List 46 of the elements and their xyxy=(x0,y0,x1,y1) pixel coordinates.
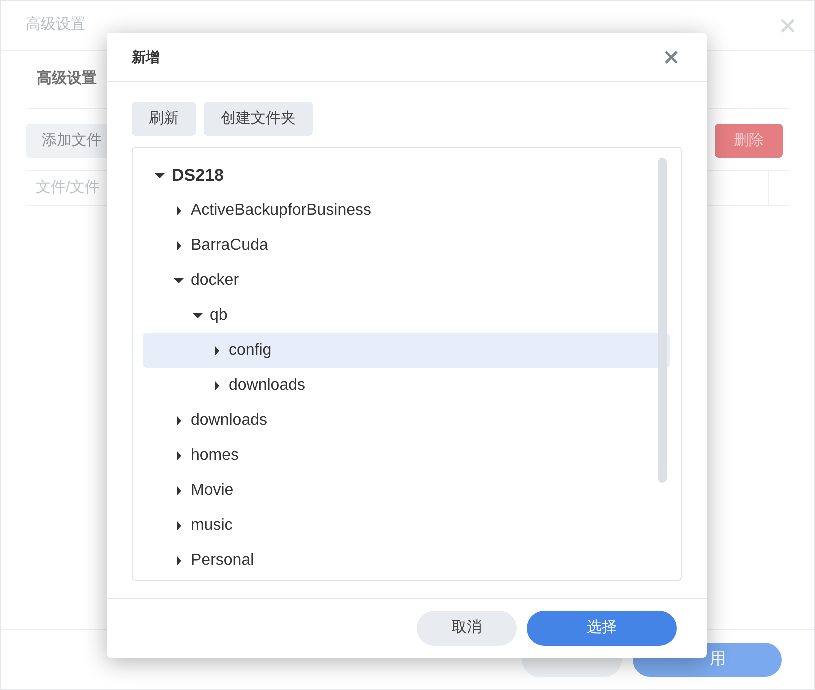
tree-row[interactable]: downloads xyxy=(143,403,670,438)
tree-row[interactable]: Personal xyxy=(143,543,670,578)
tree-row[interactable]: downloads xyxy=(143,368,670,403)
caret-down-icon[interactable] xyxy=(193,310,203,320)
tree-row[interactable]: homes xyxy=(143,438,670,473)
tree-row[interactable]: docker xyxy=(143,263,670,298)
tree-row[interactable]: music xyxy=(143,508,670,543)
tree-row[interactable]: Movie xyxy=(143,473,670,508)
folder-name: ActiveBackupforBusiness xyxy=(191,200,372,220)
cancel-button[interactable]: 取消 xyxy=(417,611,517,646)
caret-right-icon[interactable] xyxy=(174,556,184,566)
caret-right-icon[interactable] xyxy=(174,486,184,496)
folder-name: downloads xyxy=(229,376,306,396)
dialog-title: 新增 xyxy=(132,48,160,66)
caret-down-icon[interactable] xyxy=(155,170,165,180)
caret-right-icon[interactable] xyxy=(174,450,184,460)
tree-row[interactable]: qb xyxy=(143,298,670,333)
refresh-button[interactable]: 刷新 xyxy=(132,102,196,136)
window-title: 高级设置 xyxy=(26,15,86,36)
create-folder-button[interactable]: 创建文件夹 xyxy=(204,102,313,136)
tree-row[interactable]: DS218 xyxy=(143,158,670,193)
selected-tree-row[interactable]: config xyxy=(143,333,670,368)
caret-right-icon[interactable] xyxy=(174,416,184,426)
folder-name: qb xyxy=(210,306,228,326)
caret-down-icon[interactable] xyxy=(174,276,184,286)
close-icon[interactable] xyxy=(665,50,678,64)
folder-name: downloads xyxy=(191,410,268,430)
tree-row[interactable]: BarraCuda xyxy=(143,228,670,263)
caret-right-icon[interactable] xyxy=(174,520,184,530)
folder-name: music xyxy=(191,516,233,536)
folder-name: Personal xyxy=(191,550,254,570)
folder-name: Movie xyxy=(191,480,234,500)
folder-name: config xyxy=(229,340,272,360)
caret-right-icon[interactable] xyxy=(174,206,184,216)
caret-right-icon[interactable] xyxy=(212,346,222,356)
select-button[interactable]: 选择 xyxy=(527,611,677,646)
tree-row[interactable]: ActiveBackupforBusiness xyxy=(143,193,670,228)
column-header: 文件/文件 xyxy=(35,178,100,198)
folder-name: BarraCuda xyxy=(191,236,268,256)
folder-name: docker xyxy=(191,270,240,290)
tab[interactable]: 高级设置 xyxy=(26,68,97,91)
folder-name: DS218 xyxy=(172,164,224,187)
caret-right-icon[interactable] xyxy=(212,380,222,390)
folder-name: homes xyxy=(191,446,240,466)
caret-right-icon[interactable] xyxy=(174,240,184,250)
scrollbar[interactable] xyxy=(658,158,667,483)
